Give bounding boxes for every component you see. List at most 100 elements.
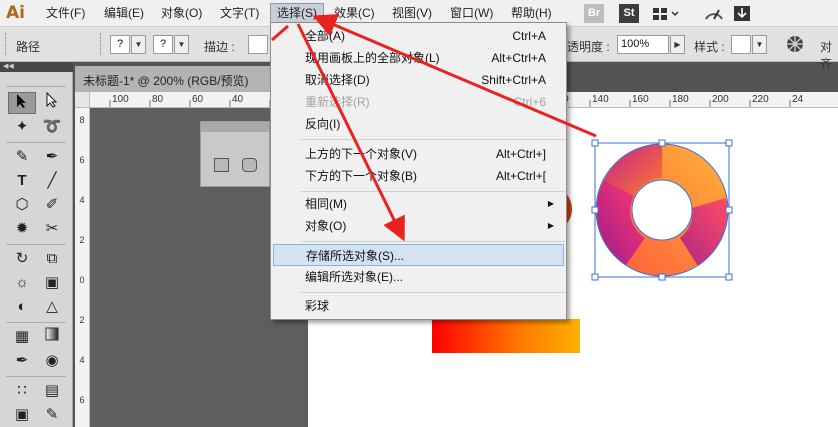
select-menu-dropdown: 全部(A) Ctrl+A 现用画板上的全部对象(L) Alt+Ctrl+A 取消… <box>270 22 567 320</box>
menu-item-same[interactable]: 相同(M) ▶ <box>273 193 564 215</box>
gradient-rectangle[interactable] <box>432 319 580 353</box>
app-logo: Ai <box>6 3 25 23</box>
ruler-origin[interactable] <box>75 92 90 108</box>
align-label[interactable]: 对齐 <box>820 38 838 72</box>
ruler-tick-label: 2 <box>79 235 85 245</box>
style-dropdown[interactable]: ▼ <box>752 35 767 54</box>
slice-icon[interactable]: ✎ <box>38 404 66 426</box>
warp-icon[interactable]: ☼ <box>8 272 36 294</box>
panel-grip[interactable] <box>5 33 8 55</box>
curvature-icon[interactable]: ✒ <box>38 146 66 168</box>
type-tool-icon[interactable]: T <box>8 170 36 192</box>
menu-item-edit-selection[interactable]: 编辑所选对象(E)... <box>273 266 564 288</box>
menu-item-select-all[interactable]: 全部(A) Ctrl+A <box>273 25 564 47</box>
bridge-icon[interactable]: Br <box>584 4 604 23</box>
submenu-arrow-icon: ▶ <box>547 199 554 208</box>
ruler-tick-label: 6 <box>79 155 85 165</box>
tools-panel-header[interactable]: ◀◀ <box>0 62 73 72</box>
recolor-artwork-icon[interactable] <box>786 35 804 53</box>
shaper-icon[interactable]: ✹ <box>8 218 36 240</box>
rounded-rectangle-icon[interactable] <box>242 158 257 172</box>
menu-window[interactable]: 窗口(W) <box>444 3 499 23</box>
fill-swatch[interactable]: ? <box>110 35 130 54</box>
stroke-label: 描边 : <box>204 40 235 54</box>
menu-item-reselect: 重新选择(R) Ctrl+6 <box>305 95 546 109</box>
menu-type[interactable]: 文字(T) <box>214 3 265 23</box>
selection-tool-icon[interactable] <box>8 92 36 114</box>
stroke-dropdown[interactable]: ▼ <box>174 35 189 54</box>
style-label: 样式 : <box>694 40 725 54</box>
style-swatch[interactable] <box>731 35 751 54</box>
line-tool-icon[interactable]: ╱ <box>38 170 66 192</box>
artboard-tool-icon[interactable]: ▣ <box>8 404 36 426</box>
tools-panel: ◀◀ ✦ ➰ ✎ ✒ T ╱ ⬡ ✐ ✹ ✂ ↻ ⧉ ☼ ▣ ◐ △ ▦ ✒ ◉… <box>0 62 73 427</box>
symbol-sprayer-icon[interactable]: ∷ <box>8 380 36 402</box>
paintbrush-icon[interactable]: ✐ <box>38 194 66 216</box>
ruler-tick-label: 4 <box>79 355 85 365</box>
tool-divider <box>6 86 66 87</box>
lasso-icon[interactable]: ➰ <box>38 116 66 138</box>
eyedropper-icon[interactable]: ✒ <box>8 350 36 372</box>
rotate-icon[interactable]: ↻ <box>8 248 36 270</box>
menu-object[interactable]: 对象(O) <box>155 3 208 23</box>
scissors-icon[interactable]: ✂ <box>38 218 66 240</box>
menu-item-deselect[interactable]: 取消选择(D) Shift+Ctrl+A <box>273 69 564 91</box>
rectangle-icon[interactable] <box>214 158 229 172</box>
tool-divider <box>6 142 66 143</box>
shape-tool-icon[interactable]: ⬡ <box>8 194 36 216</box>
menu-divider <box>301 292 565 293</box>
magic-wand-icon[interactable]: ✦ <box>8 116 36 138</box>
stroke-swatch[interactable]: ? <box>153 35 173 54</box>
menu-view[interactable]: 视图(V) <box>386 3 438 23</box>
ruler-tick-label: 4 <box>79 195 85 205</box>
scale-icon[interactable]: ⧉ <box>38 248 66 270</box>
document-title: 未标题-1* @ 200% (RGB/预览) <box>83 74 249 88</box>
menu-effect[interactable]: 效果(C) <box>328 3 381 23</box>
sync-icon[interactable] <box>732 4 752 23</box>
mesh-icon[interactable]: ▦ <box>8 326 36 348</box>
menu-select[interactable]: 选择(S) <box>270 3 324 23</box>
opacity-field[interactable]: 100% <box>617 35 669 54</box>
graph-icon[interactable]: ▤ <box>38 380 66 402</box>
free-transform-icon[interactable]: ▣ <box>38 272 66 294</box>
menu-item-save-selection[interactable]: 存储所选对象(S)... <box>273 244 564 266</box>
arrange-documents-icon[interactable] <box>651 4 681 23</box>
gpu-performance-icon[interactable] <box>703 4 725 23</box>
fill-dropdown[interactable]: ▼ <box>131 35 146 54</box>
menu-item-saved-selection[interactable]: 彩球 <box>273 295 564 317</box>
gradient-icon[interactable] <box>38 326 66 348</box>
menu-item-inverse[interactable]: 反向(I) <box>273 113 564 135</box>
menu-help[interactable]: 帮助(H) <box>505 3 558 23</box>
ruler-tick-label: 2 <box>79 315 85 325</box>
blend-icon[interactable]: ◉ <box>38 350 66 372</box>
shape-builder-icon[interactable]: ◐ <box>8 296 36 318</box>
direct-selection-tool-icon[interactable] <box>38 91 66 114</box>
document-tab[interactable]: 未标题-1* @ 200% (RGB/预览) × <box>75 66 297 92</box>
floating-shape-panel[interactable] <box>200 121 270 187</box>
menu-item-next-object-below[interactable]: 下方的下一个对象(B) Alt+Ctrl+[ <box>273 165 564 187</box>
vertical-ruler[interactable]: 8 6 4 2 0 2 4 6 <box>75 108 90 427</box>
ruler-tick-label: 0 <box>79 275 85 285</box>
ruler-tick-label: 8 <box>79 115 85 125</box>
opacity-arrow[interactable]: ▶ <box>670 35 685 54</box>
menu-file[interactable]: 文件(F) <box>40 3 91 23</box>
tool-divider <box>6 376 66 377</box>
stock-icon[interactable]: St <box>619 4 639 23</box>
tool-divider <box>6 244 66 245</box>
panel-header[interactable] <box>201 122 269 132</box>
menu-divider <box>301 139 565 140</box>
menu-item-next-object-above[interactable]: 上方的下一个对象(V) Alt+Ctrl+] <box>273 143 564 165</box>
tool-divider <box>6 322 66 323</box>
pen-tool-icon[interactable]: ✎ <box>8 146 36 168</box>
selected-ring-artwork[interactable] <box>590 138 738 284</box>
menu-item-select-all-on-artboard[interactable]: 现用画板上的全部对象(L) Alt+Ctrl+A <box>273 47 564 69</box>
perspective-grid-icon[interactable]: △ <box>38 296 66 318</box>
panel-grip[interactable] <box>100 33 103 55</box>
menu-edit[interactable]: 编辑(E) <box>98 3 150 23</box>
opacity-label: 透明度 : <box>567 40 610 54</box>
object-type-label: 路径 <box>16 40 41 54</box>
menu-item-object[interactable]: 对象(O) ▶ <box>273 215 564 237</box>
menu-divider <box>301 191 565 192</box>
stroke-weight-field[interactable] <box>248 35 268 54</box>
submenu-arrow-icon: ▶ <box>547 221 554 230</box>
